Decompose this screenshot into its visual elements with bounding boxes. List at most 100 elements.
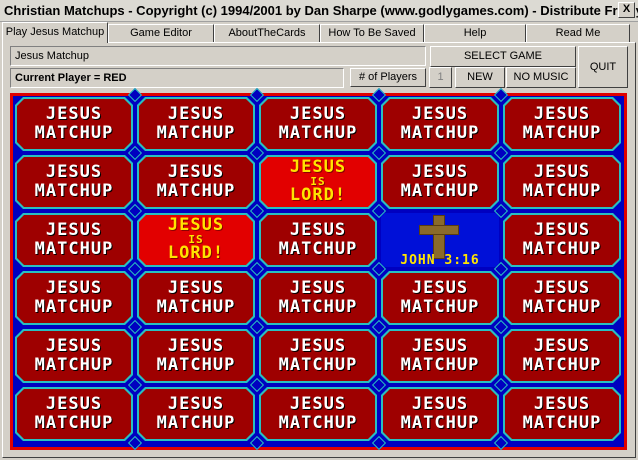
card-line-2: MATCHUP (278, 297, 358, 317)
new-button[interactable]: NEW (455, 67, 505, 88)
card-line-2: MATCHUP (400, 181, 480, 201)
card-line-2: MATCHUP (278, 239, 358, 259)
card-line-1: JESUS (167, 162, 225, 182)
players-button[interactable]: # of Players (350, 68, 426, 87)
card-line-1: JESUS (289, 157, 347, 177)
select-game-button[interactable]: SELECT GAME (430, 46, 576, 67)
card-face-down[interactable]: JESUS MATCHUP (503, 387, 621, 441)
card-line-1: JESUS (45, 104, 103, 124)
card-face-down[interactable]: JESUS MATCHUP (259, 329, 377, 383)
card-jesus-is-lord: JESUS IS LORD! (137, 213, 255, 267)
card-line-2: MATCHUP (400, 413, 480, 433)
card-line-1: JESUS (411, 104, 469, 124)
card-line-1: JESUS (167, 278, 225, 298)
card-face-down[interactable]: JESUS MATCHUP (15, 97, 133, 151)
card-line-2: MATCHUP (156, 181, 236, 201)
card-line-2: MATCHUP (34, 239, 114, 259)
card-line-1: JESUS (45, 220, 103, 240)
current-player-label: Current Player = RED (10, 68, 344, 88)
card-face-down[interactable]: JESUS MATCHUP (137, 329, 255, 383)
card-line-1: JESUS (45, 394, 103, 414)
card-face-down[interactable]: JESUS MATCHUP (15, 387, 133, 441)
card-line-1: JESUS (533, 162, 591, 182)
card-line-2: MATCHUP (278, 123, 358, 143)
card-line-2: MATCHUP (278, 413, 358, 433)
card-line-1: JESUS (289, 336, 347, 356)
card-line-1: JESUS (533, 394, 591, 414)
card-line-2: MATCHUP (34, 355, 114, 375)
card-line-2: MATCHUP (156, 355, 236, 375)
game-name-label: Jesus Matchup (10, 46, 426, 66)
no-music-button[interactable]: NO MUSIC (506, 67, 576, 88)
card-line-2: MATCHUP (34, 413, 114, 433)
card-line-2: MATCHUP (522, 297, 602, 317)
card-line-2: MATCHUP (156, 413, 236, 433)
card-face-down[interactable]: JESUS MATCHUP (259, 213, 377, 267)
card-face-down[interactable]: JESUS MATCHUP (503, 97, 621, 151)
card-face-down[interactable]: JESUS MATCHUP (137, 155, 255, 209)
card-face-down[interactable]: JESUS MATCHUP (381, 329, 499, 383)
card-face-down[interactable]: JESUS MATCHUP (503, 155, 621, 209)
card-jesus-is-lord: JESUS IS LORD! (259, 155, 377, 209)
card-line-1: JESUS (167, 336, 225, 356)
card-face-down[interactable]: JESUS MATCHUP (381, 155, 499, 209)
close-button[interactable]: X (618, 2, 635, 18)
card-line-1: JESUS (167, 104, 225, 124)
card-face-down[interactable]: JESUS MATCHUP (503, 213, 621, 267)
card-face-down[interactable]: JESUS MATCHUP (503, 271, 621, 325)
tab-game-editor[interactable]: Game Editor (108, 24, 214, 42)
card-line-2: MATCHUP (156, 297, 236, 317)
card-line-2: MATCHUP (34, 123, 114, 143)
card-face-down[interactable]: JESUS MATCHUP (381, 97, 499, 151)
tab-help[interactable]: Help (424, 24, 526, 42)
card-face-down[interactable]: JESUS MATCHUP (381, 387, 499, 441)
window-title: Christian Matchups - Copyright (c) 1994/… (4, 3, 638, 18)
quit-button[interactable]: QUIT (578, 46, 628, 88)
game-board: JESUS MATCHUP JESUS MATCHUP JESUS MATCHU… (10, 87, 627, 451)
card-face-down[interactable]: JESUS MATCHUP (15, 213, 133, 267)
card-face-down[interactable]: JESUS MATCHUP (381, 271, 499, 325)
card-face-down[interactable]: JESUS MATCHUP (503, 329, 621, 383)
card-line-2: MATCHUP (400, 123, 480, 143)
card-line-2: MATCHUP (34, 297, 114, 317)
tab-about-the-cards[interactable]: AboutTheCards (214, 24, 320, 42)
card-line-1: JESUS (289, 394, 347, 414)
card-line-3: LORD! (289, 185, 347, 205)
card-line-1: JESUS (411, 278, 469, 298)
card-line-3: LORD! (167, 243, 225, 263)
tab-read-me[interactable]: Read Me (526, 24, 630, 42)
card-verse: JOHN 3:16 (400, 253, 480, 268)
card-face-down[interactable]: JESUS MATCHUP (15, 329, 133, 383)
card-face-down[interactable]: JESUS MATCHUP (259, 97, 377, 151)
card-face-down[interactable]: JESUS MATCHUP (259, 387, 377, 441)
card-line-2: MATCHUP (400, 297, 480, 317)
card-line-2: MATCHUP (34, 181, 114, 201)
card-line-2: MATCHUP (400, 355, 480, 375)
card-line-1: JESUS (533, 336, 591, 356)
card-line-1: JESUS (45, 162, 103, 182)
card-line-1: JESUS (411, 394, 469, 414)
card-line-1: JESUS (289, 220, 347, 240)
card-line-1: JESUS (289, 278, 347, 298)
card-line-2: MATCHUP (156, 123, 236, 143)
card-face-down[interactable]: JESUS MATCHUP (137, 97, 255, 151)
card-face-down[interactable]: JESUS MATCHUP (15, 155, 133, 209)
card-line-1: JESUS (45, 336, 103, 356)
tab-play-jesus-matchup[interactable]: Play Jesus Matchup (2, 22, 108, 43)
card-face-down[interactable]: JESUS MATCHUP (137, 387, 255, 441)
card-line-1: JESUS (411, 162, 469, 182)
card-line-1: JESUS (45, 278, 103, 298)
card-face-down[interactable]: JESUS MATCHUP (137, 271, 255, 325)
tab-how-to-be-saved[interactable]: How To Be Saved (320, 24, 424, 42)
card-line-1: JESUS (533, 278, 591, 298)
card-grid: JESUS MATCHUP JESUS MATCHUP JESUS MATCHU… (13, 87, 624, 451)
cross-icon-bar (419, 225, 459, 235)
card-face-down[interactable]: JESUS MATCHUP (15, 271, 133, 325)
tab-bar: Play Jesus Matchup Game Editor AboutTheC… (2, 22, 636, 43)
card-face-down[interactable]: JESUS MATCHUP (259, 271, 377, 325)
card-line-1: JESUS (167, 394, 225, 414)
players-count: 1 (429, 67, 452, 88)
card-line-2: MATCHUP (522, 239, 602, 259)
card-line-1: JESUS (289, 104, 347, 124)
title-bar: Christian Matchups - Copyright (c) 1994/… (0, 0, 638, 22)
